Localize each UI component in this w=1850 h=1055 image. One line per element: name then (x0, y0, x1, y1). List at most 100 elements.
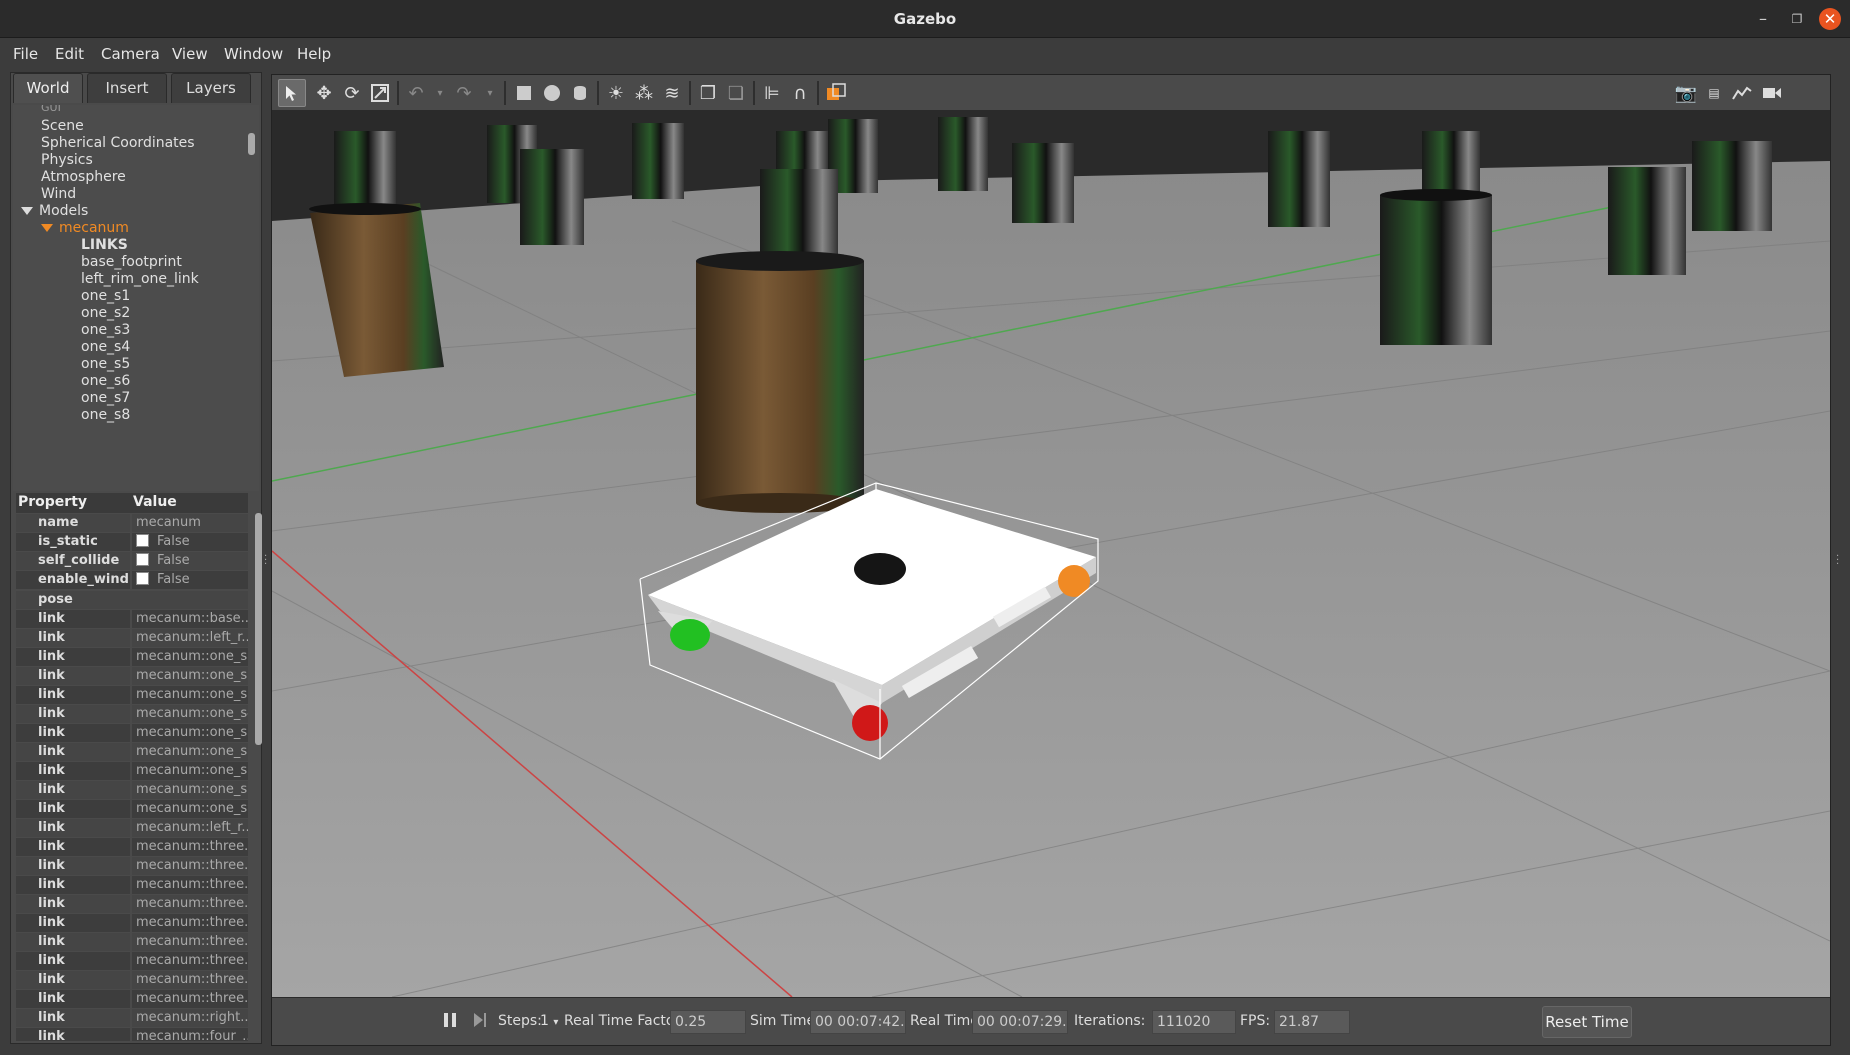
header-value: Value (133, 494, 177, 510)
point-light-icon[interactable]: ⁂ (630, 79, 658, 107)
prop-key: link (16, 781, 130, 799)
prop-row-link[interactable]: link mecanum::left_r... (16, 819, 248, 837)
align-icon[interactable]: ⊫ (758, 79, 786, 107)
tree-link[interactable]: one_s4 (81, 339, 130, 355)
tree-item-spherical-coordinates[interactable]: Spherical Coordinates (41, 135, 195, 151)
tree-item-gui[interactable]: GUI (41, 105, 61, 114)
tree-link[interactable]: one_s2 (81, 305, 130, 321)
property-scrollbar[interactable] (255, 513, 262, 745)
rotate-icon[interactable]: ⟳ (338, 79, 366, 107)
tree-item-wind[interactable]: Wind (41, 186, 76, 202)
tree-scrollbar[interactable] (248, 133, 255, 155)
copy-icon[interactable]: ❐ (694, 79, 722, 107)
tab-insert[interactable]: Insert (87, 73, 167, 103)
step-icon[interactable] (472, 1011, 490, 1031)
prop-row-link[interactable]: link mecanum::three... (16, 971, 248, 989)
pause-icon[interactable] (442, 1011, 460, 1031)
tree-item-mecanum[interactable]: mecanum (41, 220, 129, 236)
tree-link[interactable]: one_s1 (81, 288, 130, 304)
prop-row-self-collide[interactable]: self_collide False (16, 552, 248, 570)
splitter-handle[interactable]: · · · (1836, 552, 1840, 570)
prop-row-link[interactable]: link mecanum::one_s3 (16, 686, 248, 704)
prop-row-pose[interactable]: pose (16, 591, 248, 609)
menu-edit[interactable]: Edit (55, 45, 84, 63)
prop-row-link[interactable]: link mecanum::one_s2 (16, 667, 248, 685)
prop-row-link[interactable]: link mecanum::three... (16, 933, 248, 951)
steps-dropdown-icon[interactable]: ▾ (553, 1017, 558, 1028)
3d-scene[interactable] (272, 111, 1830, 997)
tree-item-physics[interactable]: Physics (41, 152, 93, 168)
prop-row-link[interactable]: link mecanum::three... (16, 914, 248, 932)
splitter-handle[interactable]: · · · (264, 552, 268, 570)
prop-row-is-static[interactable]: is_static False (16, 533, 248, 551)
expand-arrow-icon[interactable] (21, 207, 33, 215)
prop-row-link[interactable]: link mecanum::right... (16, 1009, 248, 1027)
tree-link[interactable]: one_s7 (81, 390, 130, 406)
reset-time-button[interactable]: Reset Time (1542, 1006, 1632, 1038)
prop-row-link[interactable]: link mecanum::one_s9 (16, 800, 248, 818)
view-angle-icon[interactable] (822, 79, 850, 107)
tree-link[interactable]: one_s8 (81, 407, 130, 423)
steps-value[interactable]: 1 ▾ (540, 1013, 558, 1029)
video-record-icon[interactable] (1758, 79, 1786, 107)
menu-help[interactable]: Help (297, 45, 331, 63)
prop-row-link[interactable]: link mecanum::three... (16, 838, 248, 856)
wood-cylinder[interactable] (696, 251, 864, 513)
prop-row-link[interactable]: link mecanum::three... (16, 857, 248, 875)
prop-row-link[interactable]: link mecanum::one_s7 (16, 762, 248, 780)
redo-icon[interactable]: ↷ (450, 79, 478, 107)
prop-row-link[interactable]: link mecanum::three... (16, 990, 248, 1008)
redo-dropdown-icon[interactable]: ▾ (476, 79, 504, 107)
spot-light-icon[interactable]: ≋ (658, 79, 686, 107)
plot-icon[interactable] (1728, 79, 1756, 107)
tab-world[interactable]: World (13, 73, 83, 103)
prop-row-link[interactable]: link mecanum::base... (16, 610, 248, 628)
snap-magnet-icon[interactable]: ∩ (786, 79, 814, 107)
sphere-icon[interactable] (538, 79, 566, 107)
tree-link[interactable]: one_s6 (81, 373, 130, 389)
prop-row-link[interactable]: link mecanum::one_s8 (16, 781, 248, 799)
scale-icon[interactable] (366, 79, 394, 107)
prop-row-link[interactable]: link mecanum::one_s6 (16, 743, 248, 761)
is-static-checkbox[interactable] (136, 534, 149, 547)
prop-row-link[interactable]: link mecanum::one_s1 (16, 648, 248, 666)
screenshot-icon[interactable]: 📷 (1672, 79, 1700, 107)
log-icon[interactable]: ▤ (1700, 79, 1728, 107)
self-collide-checkbox[interactable] (136, 553, 149, 566)
tree-item-models[interactable]: Models (21, 203, 88, 219)
box-icon[interactable] (510, 79, 538, 107)
close-icon[interactable]: ✕ (1819, 8, 1841, 30)
maximize-icon[interactable]: ❐ (1786, 8, 1808, 30)
prop-row-link[interactable]: link mecanum::four_... (16, 1028, 248, 1041)
tree-item-atmosphere[interactable]: Atmosphere (41, 169, 126, 185)
prop-row-link[interactable]: link mecanum::left_r... (16, 629, 248, 647)
prop-row-link[interactable]: link mecanum::three... (16, 952, 248, 970)
paste-icon[interactable]: ❏ (722, 79, 750, 107)
prop-row-name[interactable]: name mecanum (16, 514, 248, 532)
tree-item-scene[interactable]: Scene (41, 118, 84, 134)
menu-window[interactable]: Window (224, 45, 283, 63)
select-arrow-icon[interactable] (278, 79, 306, 107)
tree-link[interactable]: base_footprint (81, 254, 182, 270)
prop-row-enable-wind[interactable]: enable_wind False (16, 571, 248, 589)
menu-camera[interactable]: Camera (101, 45, 160, 63)
sun-light-icon[interactable]: ☀ (602, 79, 630, 107)
prop-row-link[interactable]: link mecanum::one_s4 (16, 705, 248, 723)
prop-row-link[interactable]: link mecanum::one_s5 (16, 724, 248, 742)
tree-link[interactable]: left_rim_one_link (81, 271, 199, 287)
is-static-text: False (157, 534, 190, 549)
cylinder-icon[interactable] (566, 79, 594, 107)
menu-view[interactable]: View (172, 45, 208, 63)
3d-viewport[interactable]: ✥ ⟳ ↶ ▾ ↷ ▾ ☀ ⁂ ≋ ❐ ❏ ⊫ ∩ 📷 ▤ Steps: 1 ▾… (271, 74, 1831, 1046)
expand-arrow-icon[interactable] (41, 224, 53, 232)
menu-file[interactable]: File (13, 45, 38, 63)
tree-link[interactable]: one_s3 (81, 322, 130, 338)
prop-row-link[interactable]: link mecanum::three... (16, 895, 248, 913)
translate-icon[interactable]: ✥ (310, 79, 338, 107)
tree-link[interactable]: one_s5 (81, 356, 130, 372)
enable-wind-checkbox[interactable] (136, 572, 149, 585)
prop-row-link[interactable]: link mecanum::three... (16, 876, 248, 894)
minimize-icon[interactable]: – (1752, 8, 1774, 30)
prop-value-name[interactable]: mecanum (132, 514, 248, 532)
tab-layers[interactable]: Layers (171, 73, 251, 103)
